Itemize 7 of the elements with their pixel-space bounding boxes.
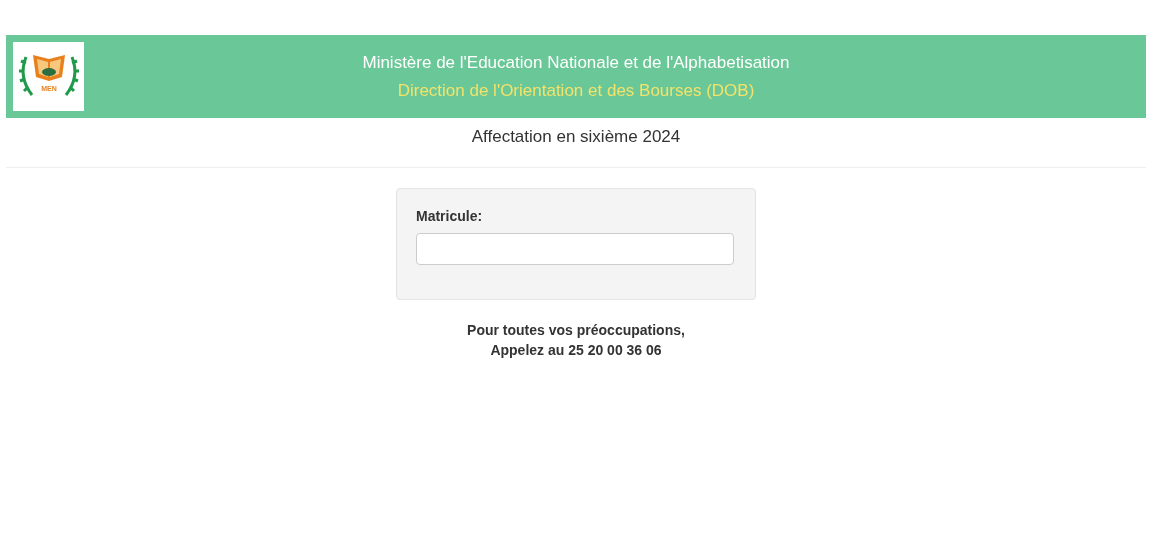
contact-text: Appelez au 25 20 00 36 06 (490, 342, 662, 358)
contact-text: Pour toutes vos préoccupations, (467, 322, 685, 338)
field-label: Matricule: (416, 208, 483, 224)
direction-subtitle: Direction de l'Orientation et des Bourses (DOB) (397, 80, 755, 101)
input-field[interactable] (416, 233, 734, 265)
ministry-title: Ministère de l'Education Nationale et de l'Alphabetisation (362, 52, 790, 73)
page-title: Affectation en sixième 2024 (471, 127, 681, 147)
